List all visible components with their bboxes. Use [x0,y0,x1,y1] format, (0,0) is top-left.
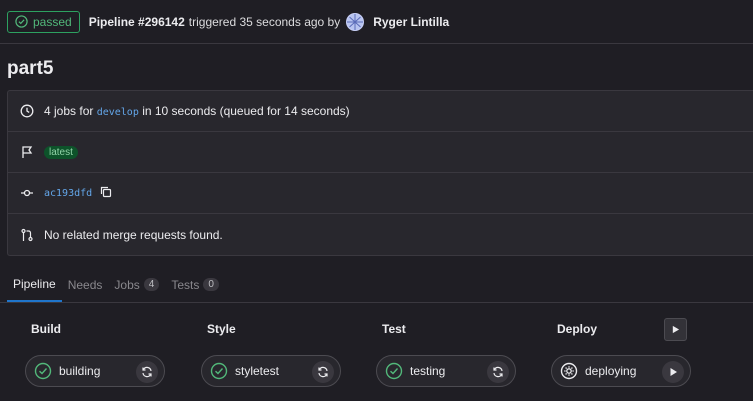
pipeline-header: passed Pipeline #296142 triggered 35 sec… [0,0,753,44]
triggered-text: triggered 35 seconds ago by [188,14,341,29]
jobs-summary-row: 4 jobs for develop in 10 seconds (queued… [8,91,753,132]
tests-count-badge: 0 [203,278,219,291]
job-deploying[interactable]: deploying [551,355,691,387]
manual-gear-icon [560,362,578,380]
avatar[interactable] [346,12,365,31]
jobs-suffix: in 10 seconds (queued for 14 seconds) [142,104,350,118]
merge-requests-row: No related merge requests found. [8,214,753,255]
tab-needs[interactable]: Needs [62,267,109,302]
job-testing[interactable]: testing [376,355,516,387]
user-link[interactable]: Ryger Lintilla [373,15,449,29]
tag-row: latest [8,132,753,173]
tab-pipeline-label: Pipeline [13,276,56,291]
play-button[interactable] [662,361,684,383]
retry-button[interactable] [487,361,509,383]
commit-row: ac193dfd [8,173,753,214]
job-name: styletest [235,364,280,378]
pipeline-id: Pipeline #296142 [88,14,185,29]
check-circle-icon [15,15,28,28]
merge-requests-text: No related merge requests found. [44,227,223,242]
job-name: testing [410,364,446,378]
play-icon [670,368,677,376]
tab-needs-label: Needs [67,277,103,292]
success-status-icon [210,362,228,380]
tab-tests-label: Tests [171,277,200,292]
avatar-pattern-icon [347,13,364,30]
tab-tests[interactable]: Tests 0 [165,267,225,302]
tab-pipeline[interactable]: Pipeline [7,267,62,302]
retry-button[interactable] [136,361,158,383]
pipeline-info: 4 jobs for develop in 10 seconds (queued… [7,90,753,256]
page-title: part5 [7,58,54,79]
job-name: deploying [585,364,637,378]
stage-build-label: Build [31,322,61,336]
copy-icon[interactable] [100,186,112,201]
jobs-count-badge: 4 [143,278,160,291]
merge-request-icon [20,228,34,242]
status-label: passed [33,14,72,29]
branch-link[interactable]: develop [97,107,139,118]
commit-icon [20,186,34,200]
retry-icon [318,366,328,378]
success-status-icon [34,362,52,380]
tab-jobs[interactable]: Jobs 4 [108,267,165,302]
stage-test-label: Test [382,322,406,336]
stage-deploy-label: Deploy [557,322,598,336]
retry-icon [142,366,152,378]
status-badge[interactable]: passed [7,10,80,33]
job-building[interactable]: building [25,355,165,387]
job-styletest[interactable]: styletest [201,355,341,387]
pipeline-tabs: Pipeline Needs Jobs 4 Tests 0 [0,268,753,303]
play-icon [672,325,680,334]
retry-icon [493,366,503,378]
tab-jobs-label: Jobs [114,277,140,292]
retry-button[interactable] [312,361,334,383]
jobs-prefix: 4 jobs for [44,104,94,118]
stage-deploy-play-button[interactable] [664,318,687,341]
commit-sha-link[interactable]: ac193dfd [44,188,92,199]
clock-icon [20,104,34,118]
latest-badge: latest [44,145,78,159]
stage-style-label: Style [207,322,236,336]
flag-icon [20,145,34,159]
success-status-icon [385,362,403,380]
job-name: building [59,364,101,378]
